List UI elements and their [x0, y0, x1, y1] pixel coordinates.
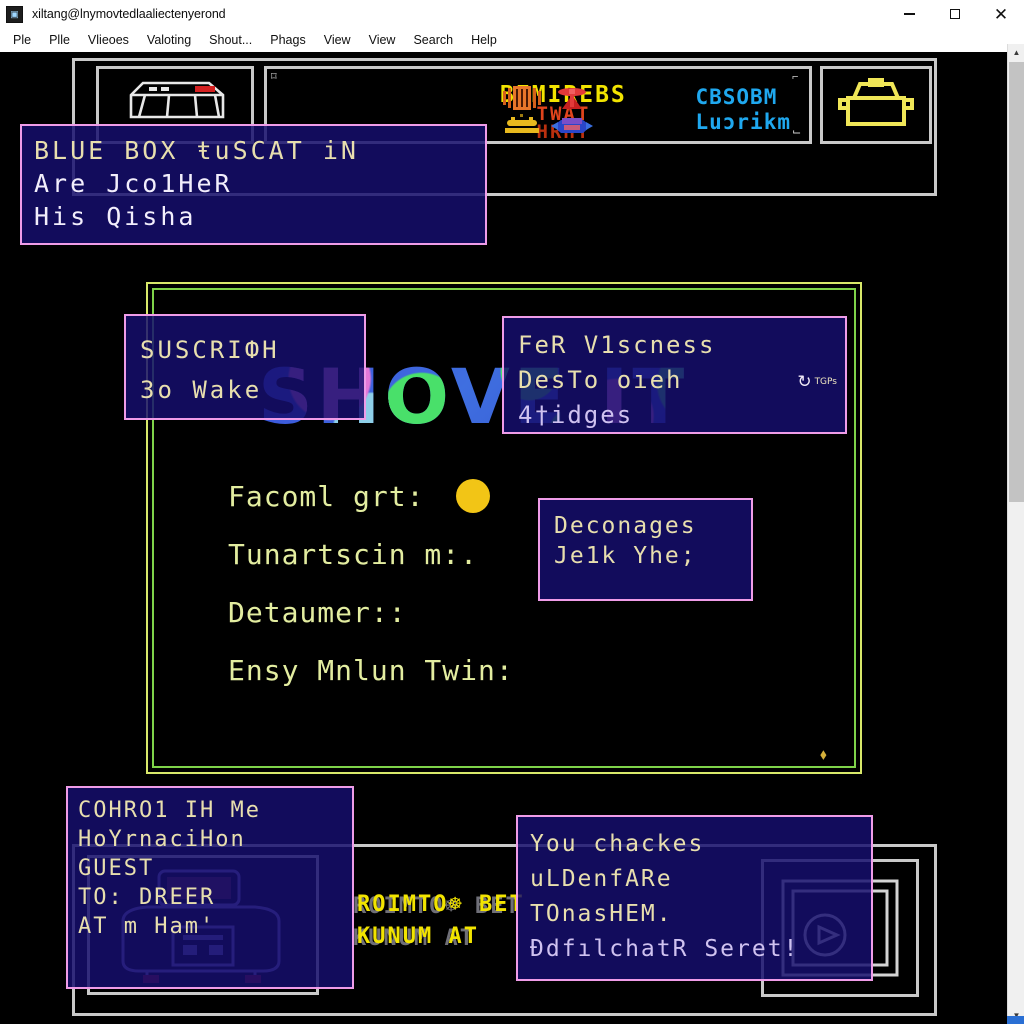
game-menu-label-0: Facoml grt: — [228, 480, 425, 513]
menu-bar: Ple Plle Vlieoes Valoting Shout... Phags… — [0, 28, 1024, 52]
overlay-box-deconages[interactable]: Deconages Je1k Yhe; — [538, 498, 753, 601]
tgps-badge: ↻ TGPs — [797, 372, 837, 392]
bottom-hud-line2: KUNUM AT — [357, 924, 479, 949]
overlay-conroi-line-2: GUEST — [78, 856, 155, 881]
game-canvas[interactable]: ⌑ ⌐ ⌙ BEMIREBS TWAT HRHT — [0, 52, 1007, 1024]
yellow-car-icon — [838, 78, 914, 126]
refresh-icon: ↻ — [797, 372, 812, 392]
menu-item-7[interactable]: View — [360, 31, 405, 49]
menu-item-1[interactable]: Plle — [40, 31, 79, 49]
overlay-you-line-3: ĐdfılchatR Seret! — [530, 936, 800, 962]
orange-barcode-icon — [499, 85, 545, 111]
menu-item-9[interactable]: Help — [462, 31, 506, 49]
corner-mark-tl: ⌑ — [271, 71, 277, 83]
app-icon: ▣ — [6, 5, 23, 23]
menu-item-8[interactable]: Search — [404, 31, 462, 49]
game-menu-label-3: Ensy Mnlun Twin: — [228, 654, 514, 687]
menu-item-4[interactable]: Shout... — [200, 31, 261, 49]
overlay-conroi-line-1: НoYrnaciНon — [78, 827, 246, 852]
overlay-blue-line-0: BLUE BOX ŧuSCAT iN — [34, 136, 359, 165]
hud-right-line1: CBSOBM — [695, 85, 778, 109]
game-menu-list: Facoml grt: Tunartscin m:. Detaumer:: En… — [228, 468, 514, 700]
overlay-fer-line-1: DesTo oıeh — [518, 366, 683, 394]
scrollbar-corner — [1007, 1016, 1024, 1024]
tgps-label: TGPs — [814, 377, 837, 387]
game-menu-row-1[interactable]: Tunartscin m:. — [228, 526, 514, 584]
overlay-deconages-line-1: Je1k Yhe; — [554, 543, 697, 569]
overlay-conroi-line-3: TO: DREER — [78, 885, 216, 910]
game-menu-row-0[interactable]: Facoml grt: — [228, 468, 514, 526]
minimize-button[interactable] — [886, 0, 932, 28]
game-menu-row-3[interactable]: Ensy Mnlun Twin: — [228, 642, 514, 700]
overlay-fer-line-0: FeR V1scness — [518, 331, 716, 359]
maximize-button[interactable] — [932, 0, 978, 28]
vertical-scrollbar[interactable]: ▲ ▼ — [1007, 44, 1024, 1024]
scrollbar-thumb[interactable] — [1009, 62, 1024, 502]
hud-right-text: CBSOBM Luɔrikm — [695, 85, 791, 135]
close-button[interactable]: ✕ — [978, 0, 1024, 28]
overlay-conroi-line-4: AT m Ham' — [78, 914, 216, 939]
hud-car-panel — [820, 66, 932, 144]
overlay-conroi-line-0: COНRO1 IН Me — [78, 798, 261, 823]
overlay-deconages-line-0: Deconages — [554, 513, 697, 539]
game-menu-row-2[interactable]: Detaumer:: — [228, 584, 514, 642]
overlay-box-blue[interactable]: BLUE BOX ŧuSCAT iN Are Jco1НeR His Qisha — [20, 124, 487, 245]
bottom-hud-text: ROIMTO☸ BET KUNUM AT — [357, 889, 525, 953]
overlay-box-you-chackes[interactable]: You chackes uLDenfARe TOnasHEM. Đdfılcha… — [516, 815, 873, 981]
menu-item-6[interactable]: View — [315, 31, 360, 49]
scroll-up-icon[interactable]: ▲ — [1008, 44, 1024, 61]
overlay-you-line-1: uLDenfARe — [530, 866, 673, 892]
overlay-box-suscrigh[interactable]: SUSCRIФH Зo Wake — [124, 314, 366, 420]
menu-item-0[interactable]: Ple — [4, 31, 40, 49]
red-figure-icon — [549, 85, 595, 111]
overlay-blue-line-1: Are Jco1НeR — [34, 169, 233, 198]
game-menu-label-2: Detaumer:: — [228, 596, 407, 629]
corner-mark-tr: ⌐ — [792, 71, 799, 83]
overlay-blue-line-2: His Qisha — [34, 202, 197, 231]
menu-item-3[interactable]: Valoting — [138, 31, 200, 49]
overlay-fer-line-2: 4†idges — [518, 401, 634, 429]
maximize-icon — [950, 9, 960, 19]
close-icon: ✕ — [993, 4, 1009, 24]
window-titlebar[interactable]: ▣ xiltang@lnymovtedlaaliectenyerond ✕ — [0, 0, 1024, 28]
hud-right-line2: Luɔrikm — [695, 109, 791, 134]
app-root: ▣ xiltang@lnymovtedlaaliectenyerond ✕ Pl… — [0, 0, 1024, 1024]
overlay-box-fer[interactable]: FeR V1scness DesTo oıeh 4†idges ↻ TGPs — [502, 316, 847, 434]
overlay-suscrigh-line-1: Зo Wake — [140, 376, 263, 404]
recycle-icon[interactable]: ⬧ — [820, 746, 827, 763]
overlay-you-line-2: TOnasHEM. — [530, 901, 673, 927]
overlay-suscrigh-line-0: SUSCRIФH — [140, 336, 280, 364]
overlay-box-conroi[interactable]: COНRO1 IН Me НoYrnaciНon GUEST TO: DREER… — [66, 786, 354, 989]
window-controls: ✕ — [886, 0, 1024, 28]
blue-emblem-icon — [549, 113, 595, 139]
minimize-icon — [903, 13, 915, 15]
corner-mark-br: ⌙ — [792, 126, 802, 138]
menu-item-5[interactable]: Phags — [261, 31, 314, 49]
bottom-hud-line1: ROIMTO☸ BET — [357, 892, 525, 917]
gold-emblem-icon — [499, 113, 545, 139]
game-menu-label-1: Tunartscin m:. — [228, 538, 479, 571]
overlay-you-line-0: You chackes — [530, 831, 705, 857]
color-swatch-icon[interactable] — [456, 479, 491, 513]
menu-item-2[interactable]: Vlieoes — [79, 31, 138, 49]
hud-icon-grid — [499, 85, 599, 141]
window-title: xiltang@lnymovtedlaaliectenyerond — [32, 7, 226, 21]
